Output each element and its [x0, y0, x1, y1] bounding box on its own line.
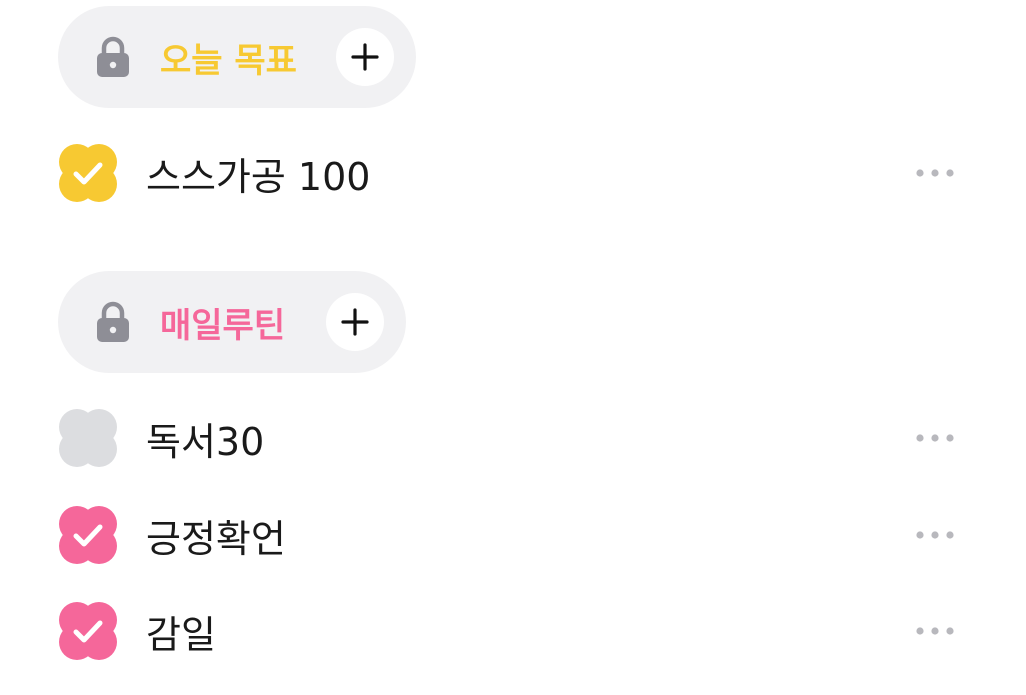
- todo-checkbox-checked[interactable]: [56, 503, 120, 567]
- plus-icon: [341, 308, 369, 336]
- todo-item[interactable]: 감일: [56, 598, 966, 664]
- category-chip-daily-routine[interactable]: 매일루틴: [58, 271, 406, 373]
- lock-icon: [94, 301, 132, 343]
- todo-checkbox-checked[interactable]: [56, 599, 120, 663]
- todo-text: 감일: [146, 612, 216, 657]
- plus-icon: [351, 43, 379, 71]
- more-horizontal-icon: [916, 531, 954, 539]
- todo-text: 스스가공 100: [146, 154, 371, 199]
- todo-item[interactable]: 독서30: [56, 405, 966, 471]
- more-options-button[interactable]: [912, 423, 958, 453]
- more-horizontal-icon: [916, 434, 954, 442]
- more-horizontal-icon: [916, 627, 954, 635]
- add-todo-button[interactable]: [326, 293, 384, 351]
- todo-text: 독서30: [146, 419, 265, 464]
- add-todo-button[interactable]: [336, 28, 394, 86]
- todo-item[interactable]: 긍정확언: [56, 502, 966, 568]
- more-options-button[interactable]: [912, 616, 958, 646]
- category-label: 매일루틴: [160, 305, 286, 346]
- todo-page: 오늘 목표 스스가공 100 매일루틴 독서30 긍정확언 감일: [0, 0, 1026, 695]
- more-horizontal-icon: [916, 169, 954, 177]
- todo-item[interactable]: 스스가공 100: [56, 140, 966, 206]
- more-options-button[interactable]: [912, 158, 958, 188]
- lock-icon: [94, 36, 132, 78]
- todo-checkbox-checked[interactable]: [56, 141, 120, 205]
- todo-checkbox-unchecked[interactable]: [56, 406, 120, 470]
- category-label: 오늘 목표: [160, 40, 297, 81]
- category-chip-today-goal[interactable]: 오늘 목표: [58, 6, 416, 108]
- todo-text: 긍정확언: [146, 516, 286, 561]
- more-options-button[interactable]: [912, 520, 958, 550]
